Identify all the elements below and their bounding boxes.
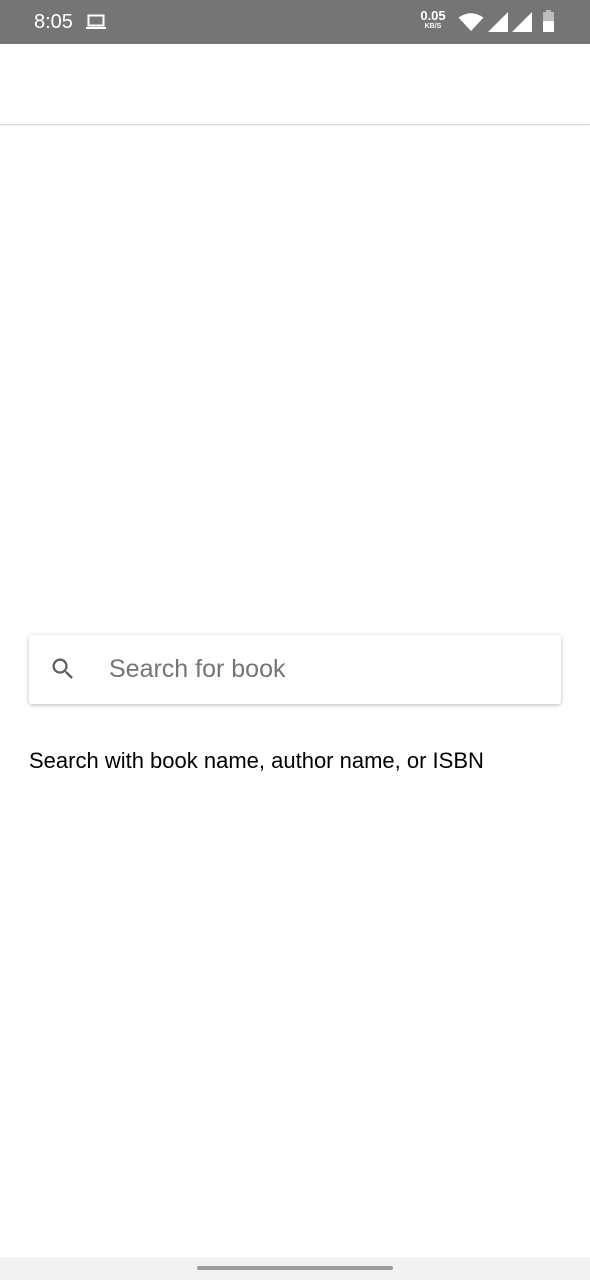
home-indicator[interactable] — [197, 1266, 393, 1270]
status-bar: 8:05 0.05 KB/S — [0, 0, 590, 44]
battery-icon — [543, 10, 554, 32]
network-speed-unit: KB/S — [424, 23, 442, 30]
search-input[interactable] — [109, 635, 549, 704]
app-bar — [0, 44, 590, 125]
search-icon[interactable] — [49, 655, 77, 683]
search-bar[interactable] — [29, 635, 561, 704]
laptop-icon — [86, 14, 106, 29]
status-time: 8:05 — [34, 11, 73, 33]
network-speed: 0.05 KB/S — [416, 9, 450, 30]
wifi-icon — [458, 13, 484, 31]
signal-icon — [488, 12, 508, 32]
signal-icon — [512, 12, 532, 32]
search-hint-text: Search with book name, author name, or I… — [29, 748, 484, 773]
navigation-bar — [0, 1257, 590, 1280]
network-speed-value: 0.05 — [420, 8, 446, 23]
